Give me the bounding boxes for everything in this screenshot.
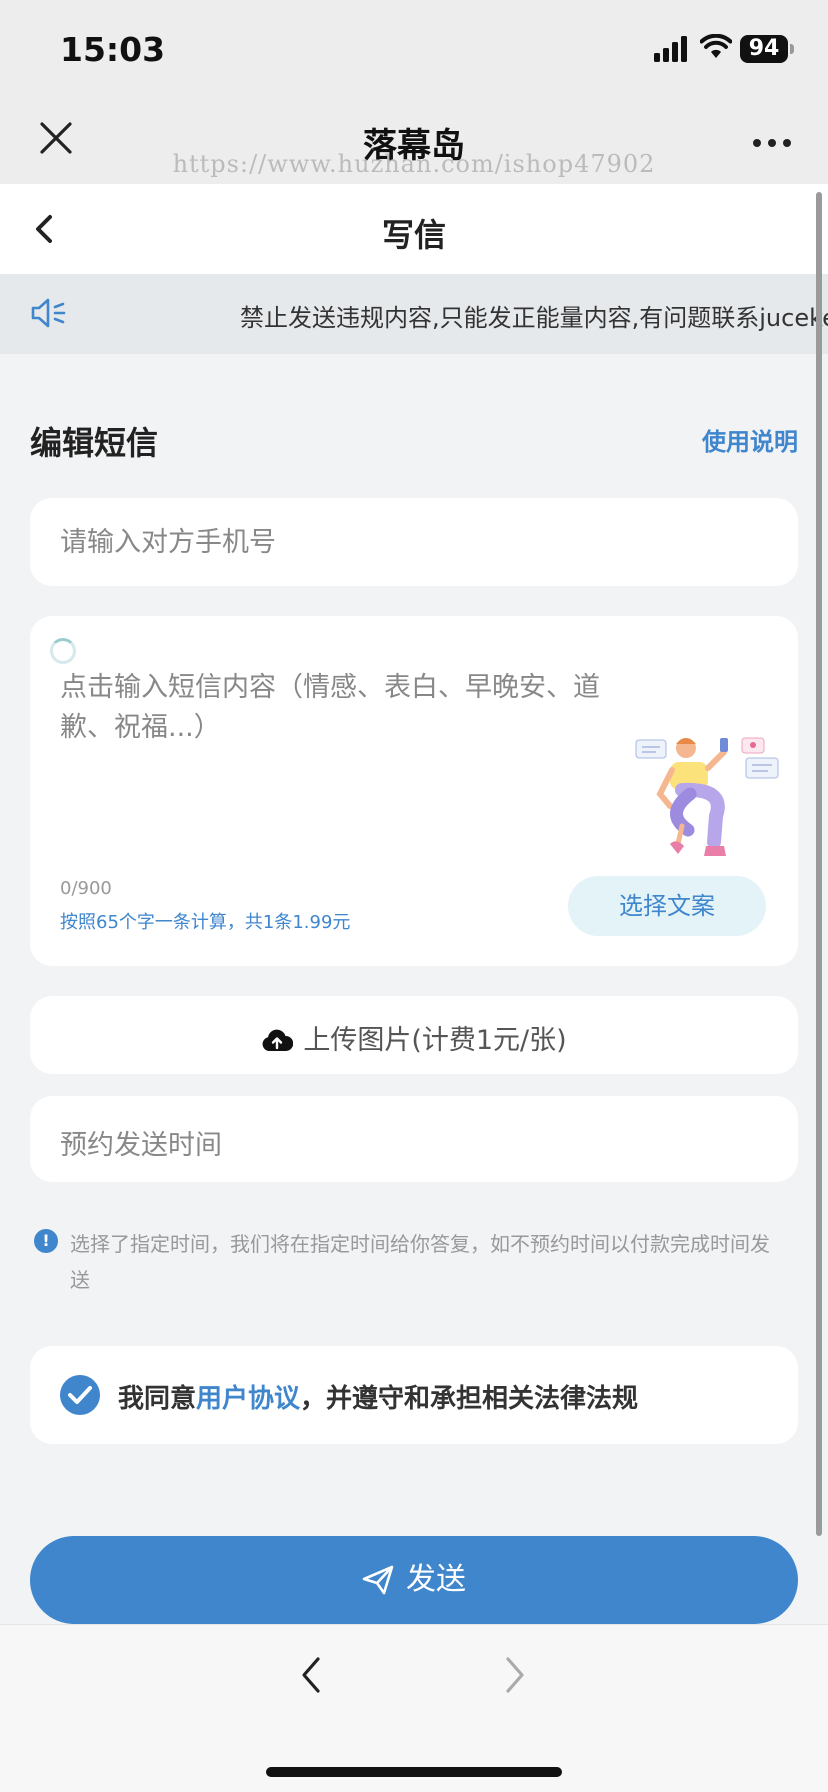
content-textarea[interactable] (60, 668, 620, 788)
info-text: 选择了指定时间，我们将在指定时间给你答复，如不预约时间以付款完成时间发送 (70, 1232, 770, 1292)
send-plane-icon (362, 1565, 394, 1595)
upload-image-button[interactable]: 上传图片(计费1元/张) (30, 996, 798, 1074)
notice-text: 禁止发送违规内容,只能发正能量内容,有问题联系juceke (240, 304, 828, 332)
char-count: 0/900 (60, 878, 112, 899)
person-illustration (635, 737, 779, 856)
more-icon[interactable] (752, 138, 792, 148)
battery-tip (790, 44, 794, 54)
wechat-header: 落幕岛 https://www.huzhan.com/ishop47902 (0, 100, 828, 184)
browser-bottom-bar (0, 1624, 828, 1792)
agreement-suffix: ，并遵守和承担相关法律法规 (300, 1384, 639, 1414)
info-icon: ! (34, 1229, 58, 1253)
price-note: 按照65个字一条计算，共1条1.99元 (60, 912, 351, 933)
schedule-label: 预约发送时间 (60, 1130, 222, 1161)
content-card: 0/900 按照65个字一条计算，共1条1.99元 选择文案 (30, 616, 798, 966)
phone-input[interactable] (60, 498, 760, 586)
upload-cloud-icon (262, 1029, 294, 1051)
nav-forward-icon (506, 1657, 524, 1693)
upload-row: 上传图片(计费1元/张) (30, 1018, 798, 1057)
send-label: 发送 (406, 1562, 466, 1597)
choose-template-button[interactable]: 选择文案 (568, 876, 766, 936)
section-title: 编辑短信 (30, 424, 159, 462)
agreement-card: 我同意用户协议，并遵守和承担相关法律法规 (30, 1346, 798, 1444)
upload-label: 上传图片(计费1元/张) (303, 1025, 567, 1056)
watermark: https://www.huzhan.com/ishop47902 (172, 150, 656, 178)
scrollbar[interactable] (816, 192, 822, 1536)
page-header: 写信 (0, 184, 828, 274)
page-title: 写信 (381, 216, 446, 254)
wifi-icon (700, 34, 732, 58)
schedule-time-picker[interactable]: 预约发送时间 (30, 1096, 798, 1182)
check-icon[interactable] (60, 1375, 100, 1415)
agreement-text: 我同意用户协议，并遵守和承担相关法律法规 (118, 1378, 638, 1415)
status-time: 15:03 (60, 30, 166, 69)
agreement-prefix: 我同意 (118, 1384, 197, 1414)
send-button[interactable]: 发送 (30, 1536, 798, 1624)
status-bar: 15:03 94 (0, 0, 828, 100)
nav-back-icon[interactable] (296, 1655, 326, 1695)
notice-bar: 禁止发送违规内容,只能发正能量内容,有问题联系juceke (0, 274, 828, 354)
phone-card (30, 498, 798, 586)
battery-indicator: 94 (740, 35, 788, 63)
loading-spinner (50, 638, 76, 664)
home-indicator (266, 1767, 562, 1777)
speaker-icon (31, 298, 66, 328)
signal-icon (654, 36, 687, 62)
user-agreement-link[interactable]: 用户协议 (196, 1384, 300, 1414)
help-link[interactable]: 使用说明 (702, 422, 798, 457)
